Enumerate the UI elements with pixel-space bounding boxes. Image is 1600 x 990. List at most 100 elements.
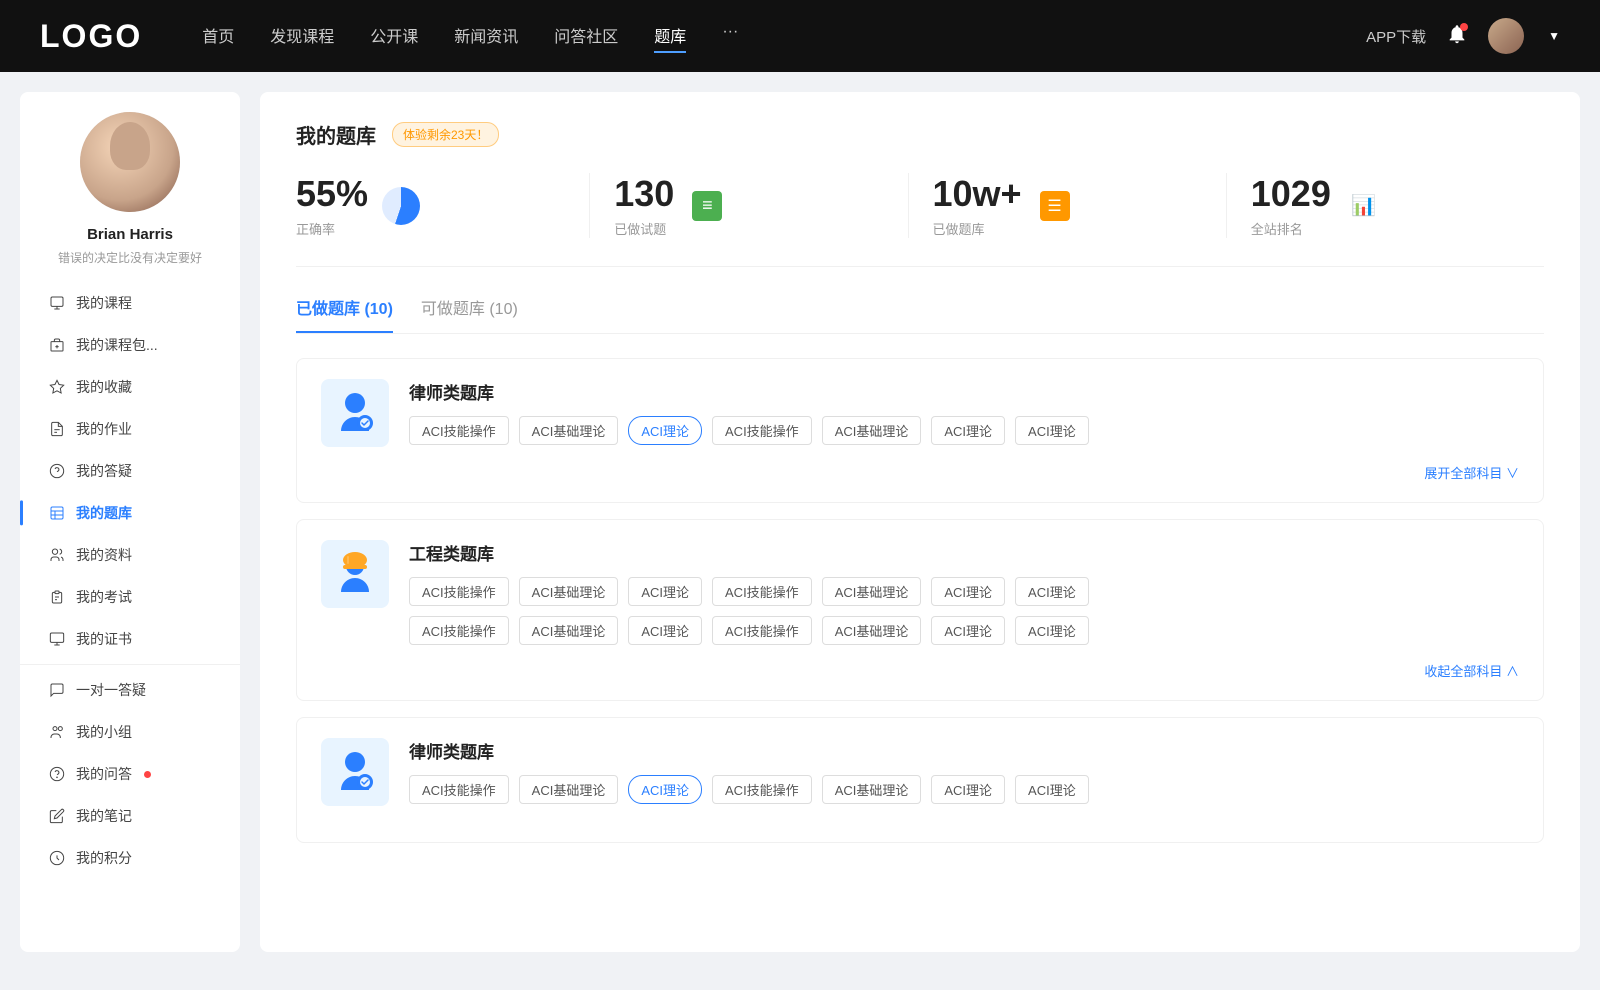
tag-0-0[interactable]: ACI技能操作 [409, 416, 509, 445]
group-icon [48, 723, 66, 741]
score-icon [48, 849, 66, 867]
tag-1-4[interactable]: ACI基础理论 [822, 577, 922, 606]
tag-2-1[interactable]: ACI基础理论 [519, 775, 619, 804]
accuracy-label: 正确率 [296, 219, 368, 238]
one-one-icon [48, 681, 66, 699]
tag-0-5[interactable]: ACI理论 [931, 416, 1005, 445]
sidebar-item-myqa[interactable]: 我的问答 [20, 753, 240, 795]
sidebar-item-one-one[interactable]: 一对一答疑 [20, 669, 240, 711]
sidebar-item-material[interactable]: 我的资料 [20, 534, 240, 576]
done-questions-label: 已做试题 [614, 219, 674, 238]
tab-available-banks[interactable]: 可做题库 (10) [421, 295, 518, 333]
qa-unread-dot [144, 771, 151, 778]
tag-2-5[interactable]: ACI理论 [931, 775, 1005, 804]
stat-rank: 1029 全站排名 📊 [1227, 173, 1544, 238]
tag-1-10[interactable]: ACI技能操作 [712, 616, 812, 645]
lawyer-icon-2 [329, 746, 381, 798]
nav-open-course[interactable]: 公开课 [370, 19, 418, 53]
nav-news[interactable]: 新闻资讯 [454, 19, 518, 53]
notification-bell[interactable] [1446, 23, 1468, 50]
tabs-row: 已做题库 (10) 可做题库 (10) [296, 295, 1544, 334]
list-icon: ≡ [692, 191, 722, 221]
tag-1-7[interactable]: ACI技能操作 [409, 616, 509, 645]
logo: LOGO [40, 18, 142, 55]
qbank-title-1: 工程类题库 [409, 540, 1519, 565]
sidebar-item-answer[interactable]: 我的答疑 [20, 450, 240, 492]
qbank-header-1: 工程类题库 ACI技能操作 ACI基础理论 ACI理论 ACI技能操作 ACI基… [321, 540, 1519, 645]
navbar: LOGO 首页 发现课程 公开课 新闻资讯 问答社区 题库 ··· APP下载 … [0, 0, 1600, 72]
done-questions-icon: ≡ [688, 187, 726, 225]
tag-1-1[interactable]: ACI基础理论 [519, 577, 619, 606]
nav-qbank[interactable]: 题库 [654, 19, 686, 53]
user-avatar [80, 112, 180, 212]
lawyer-icon [329, 387, 381, 439]
tag-1-5[interactable]: ACI理论 [931, 577, 1005, 606]
nav-more[interactable]: ··· [722, 19, 738, 53]
sidebar-item-points[interactable]: 我的积分 [20, 837, 240, 879]
done-questions-value: 130 [614, 173, 674, 215]
engineer-icon [329, 548, 381, 600]
qbank-tags-row1-top: ACI技能操作 ACI基础理论 ACI理论 ACI技能操作 ACI基础理论 AC… [409, 577, 1519, 606]
tag-2-4[interactable]: ACI基础理论 [822, 775, 922, 804]
tag-1-9[interactable]: ACI理论 [628, 616, 702, 645]
tag-0-3[interactable]: ACI技能操作 [712, 416, 812, 445]
tag-1-6[interactable]: ACI理论 [1015, 577, 1089, 606]
nav-qa[interactable]: 问答社区 [554, 19, 618, 53]
sidebar-divider [20, 664, 240, 665]
sidebar: Brian Harris 错误的决定比没有决定要好 我的课程 我的课程包... … [20, 92, 240, 952]
done-banks-label: 已做题库 [933, 219, 1022, 238]
user-name: Brian Harris [87, 226, 173, 243]
notification-dot [1460, 23, 1468, 31]
tag-1-3[interactable]: ACI技能操作 [712, 577, 812, 606]
cert-icon [48, 630, 66, 648]
tag-2-3[interactable]: ACI技能操作 [712, 775, 812, 804]
accuracy-pie-chart [382, 187, 420, 225]
app-download-button[interactable]: APP下载 [1366, 26, 1426, 47]
qbank-icon-wrap-0 [321, 379, 389, 447]
tag-0-1[interactable]: ACI基础理论 [519, 416, 619, 445]
sidebar-item-qbank[interactable]: 我的题库 [20, 492, 240, 534]
sidebar-item-cert[interactable]: 我的证书 [20, 618, 240, 660]
qbank-expand-0[interactable]: 展开全部科目 ∨ [321, 463, 1519, 482]
homework-icon [48, 420, 66, 438]
tag-0-6[interactable]: ACI理论 [1015, 416, 1089, 445]
tag-1-2[interactable]: ACI理论 [628, 577, 702, 606]
done-banks-icon: ☰ [1036, 187, 1074, 225]
qbank-header-2: 律师类题库 ACI技能操作 ACI基础理论 ACI理论 ACI技能操作 ACI基… [321, 738, 1519, 806]
sidebar-item-collect[interactable]: 我的收藏 [20, 366, 240, 408]
qbank-header-0: 律师类题库 ACI技能操作 ACI基础理论 ACI理论 ACI技能操作 ACI基… [321, 379, 1519, 447]
sidebar-item-note[interactable]: 我的笔记 [20, 795, 240, 837]
tag-2-0[interactable]: ACI技能操作 [409, 775, 509, 804]
avatar-dropdown-icon[interactable]: ▼ [1548, 29, 1560, 43]
sidebar-item-exam[interactable]: 我的考试 [20, 576, 240, 618]
tag-1-11[interactable]: ACI基础理论 [822, 616, 922, 645]
chart-icon: 📊 [1349, 191, 1379, 221]
nav-home[interactable]: 首页 [202, 19, 234, 53]
tab-done-banks[interactable]: 已做题库 (10) [296, 295, 393, 333]
sidebar-item-package[interactable]: 我的课程包... [20, 324, 240, 366]
rank-value: 1029 [1251, 173, 1331, 215]
stat-done-banks: 10w+ 已做题库 ☰ [909, 173, 1227, 238]
stat-accuracy: 55% 正确率 [296, 173, 590, 238]
tag-1-12[interactable]: ACI理论 [931, 616, 1005, 645]
tag-2-6[interactable]: ACI理论 [1015, 775, 1089, 804]
avatar[interactable] [1488, 18, 1524, 54]
sidebar-item-homework[interactable]: 我的作业 [20, 408, 240, 450]
star-icon [48, 378, 66, 396]
qbank-title-2: 律师类题库 [409, 738, 1519, 763]
qbank-title-0: 律师类题库 [409, 379, 1519, 404]
done-banks-value: 10w+ [933, 173, 1022, 215]
tag-0-4[interactable]: ACI基础理论 [822, 416, 922, 445]
stats-row: 55% 正确率 130 已做试题 ≡ 10w+ 已做题库 [296, 173, 1544, 267]
sidebar-item-group[interactable]: 我的小组 [20, 711, 240, 753]
qbank-expand-1[interactable]: 收起全部科目 ∧ [321, 661, 1519, 680]
tag-1-8[interactable]: ACI基础理论 [519, 616, 619, 645]
tag-1-13[interactable]: ACI理论 [1015, 616, 1089, 645]
nav-discover[interactable]: 发现课程 [270, 19, 334, 53]
sidebar-item-my-course[interactable]: 我的课程 [20, 282, 240, 324]
tag-2-2[interactable]: ACI理论 [628, 775, 702, 804]
qbank-card-2: 律师类题库 ACI技能操作 ACI基础理论 ACI理论 ACI技能操作 ACI基… [296, 717, 1544, 843]
qbank-card-0: 律师类题库 ACI技能操作 ACI基础理论 ACI理论 ACI技能操作 ACI基… [296, 358, 1544, 503]
tag-1-0[interactable]: ACI技能操作 [409, 577, 509, 606]
tag-0-2[interactable]: ACI理论 [628, 416, 702, 445]
